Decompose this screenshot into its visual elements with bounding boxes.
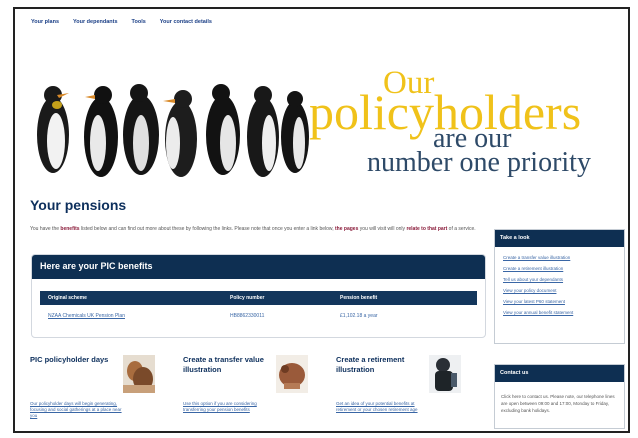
take-a-look-header: Take a look	[495, 230, 624, 247]
tile-text[interactable]: Our policyholder days will begin generat…	[30, 401, 125, 419]
tile-text[interactable]: Use this option if you are considering t…	[183, 401, 278, 413]
intro-part-f: relate to that part	[406, 226, 448, 232]
penguin-1	[37, 86, 69, 173]
penguins-illustration	[37, 84, 309, 177]
contact-header: Contact us	[495, 365, 624, 382]
tile-retirement[interactable]: Create a retirement illustration Get an …	[336, 349, 476, 429]
col-original-scheme: Original scheme	[48, 295, 87, 301]
penguin-2	[84, 86, 118, 177]
sidebar-link-benefit-statement[interactable]: View your annual benefit statement	[503, 307, 573, 318]
sidebar-link-transfer[interactable]: Create a transfer value illustration	[503, 252, 573, 263]
piggy-bank-photo-icon	[276, 355, 308, 393]
sidebar-link-dependants[interactable]: Tell us about your dependants	[503, 274, 573, 285]
nav-tools[interactable]: Tools	[132, 19, 146, 25]
tile-title: Create a transfer value illustration	[183, 355, 264, 374]
benefits-panel: Here are your PIC benefits Original sche…	[31, 254, 486, 338]
penguin-3	[123, 84, 159, 175]
sidebar-link-policy-document[interactable]: View your policy document	[503, 285, 573, 296]
row-policy-number: HB8862330011	[230, 313, 265, 319]
tile-transfer-value[interactable]: Create a transfer value illustration Use…	[183, 349, 323, 429]
penguin-5	[206, 84, 240, 175]
sidebar-link-p60[interactable]: View your latest P60 statement	[503, 296, 573, 307]
contact-box: Contact us Click here to contact us. Ple…	[494, 364, 625, 429]
row-pension-benefit: £1,102.18 a year	[340, 313, 378, 319]
contact-text[interactable]: Click here to contact us. Please note, o…	[501, 393, 619, 414]
benefits-heading: Here are your PIC benefits	[40, 261, 153, 271]
take-a-look-heading: Take a look	[500, 235, 530, 241]
couple-photo-icon	[123, 355, 155, 393]
page-title: Your pensions	[30, 197, 127, 213]
intro-part-d: the pages	[335, 226, 359, 232]
retiree-photo-icon	[429, 355, 461, 393]
benefits-header: Here are your PIC benefits	[32, 255, 485, 279]
penguin-6	[247, 86, 279, 177]
intro-text: You have the benefits listed below and c…	[30, 225, 485, 234]
col-pension-benefit: Pension benefit	[340, 295, 378, 301]
take-a-look-box: Take a look Create a transfer value illu…	[494, 229, 625, 344]
hero-banner: Our policyholders are our number one pri…	[15, 67, 628, 187]
nav-your-plans[interactable]: Your plans	[31, 19, 59, 25]
slogan-line-4: number one priority	[367, 147, 591, 178]
intro-part-b: benefits	[60, 226, 80, 232]
top-navigation: Your plans Your dependants Tools Your co…	[31, 19, 212, 25]
benefits-table-header: Original scheme Policy number Pension be…	[40, 291, 477, 305]
nav-contact-details[interactable]: Your contact details	[160, 19, 212, 25]
intro-part-a: You have the	[30, 226, 61, 232]
browser-frame: Your plans Your dependants Tools Your co…	[13, 7, 630, 433]
hero-slogan: Our policyholders are our number one pri…	[303, 67, 623, 187]
tile-title: PIC policyholder days	[30, 355, 109, 364]
intro-part-g: of a service.	[447, 226, 476, 232]
intro-part-c: listed below and can find out more about…	[79, 226, 336, 232]
intro-part-e: you will visit will only	[358, 226, 407, 232]
take-a-look-links: Create a transfer value illustration Cre…	[503, 252, 573, 318]
col-policy-number: Policy number	[230, 295, 265, 301]
feature-tiles: PIC policyholder days Our policyholder d…	[30, 349, 485, 429]
tile-policyholder-days[interactable]: PIC policyholder days Our policyholder d…	[30, 349, 170, 429]
penguin-4	[163, 90, 197, 177]
tile-title: Create a retirement illustration	[336, 355, 405, 374]
tile-text[interactable]: Get an idea of your potential benefits a…	[336, 401, 431, 413]
nav-your-dependants[interactable]: Your dependants	[73, 19, 118, 25]
row-scheme-link[interactable]: NZAA Chemicals UK Pension Plan	[48, 313, 125, 319]
contact-heading: Contact us	[500, 370, 529, 376]
sidebar-link-retirement[interactable]: Create a retirement illustration	[503, 263, 573, 274]
